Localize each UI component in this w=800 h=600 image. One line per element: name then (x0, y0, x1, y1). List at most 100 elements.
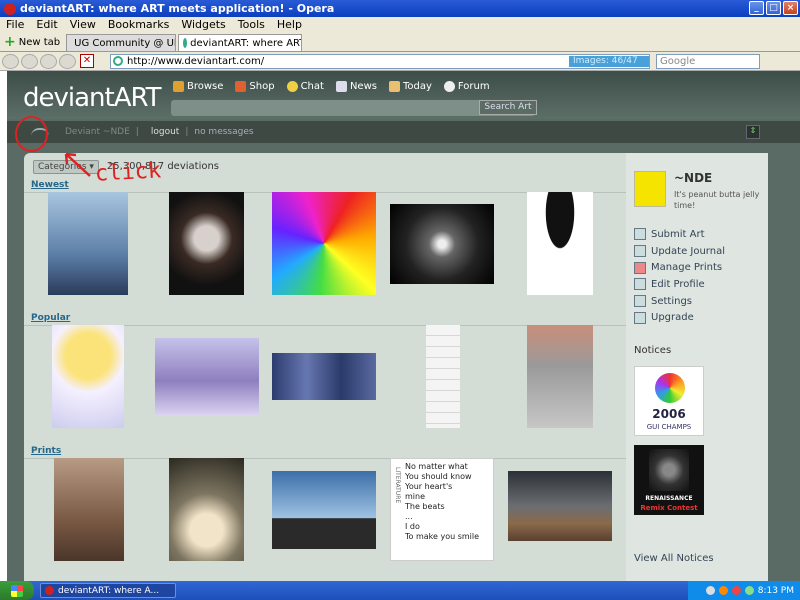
link-label: Update Journal (651, 245, 725, 257)
lit-line: I do (405, 522, 420, 531)
tab-ug-community[interactable]: UG Community @ Ultima... × (66, 34, 177, 51)
address-toolbar: ✕ http://www.deviantart.com/ Images: 46/… (0, 52, 800, 71)
site-nav: Browse Shop Chat News Today Forum (173, 81, 490, 92)
section-label[interactable]: Prints (31, 446, 61, 456)
thumb-popular-1[interactable] (52, 325, 124, 428)
thumb-newest-1[interactable] (48, 192, 128, 295)
tray-icon[interactable] (705, 586, 715, 595)
tray-icon[interactable] (718, 586, 728, 595)
tray-icon[interactable] (744, 586, 754, 595)
nav-forum[interactable]: Forum (443, 81, 490, 92)
taskbar-item-opera[interactable]: deviantART: where A... (40, 583, 176, 598)
tab-label: UG Community @ Ultima... (74, 37, 177, 49)
menu-bookmarks[interactable]: Bookmarks (102, 18, 175, 31)
tab-deviantart[interactable]: deviantART: where ART... × (178, 34, 303, 51)
thumb-popular-3[interactable] (272, 353, 376, 400)
edit-profile-link[interactable]: Edit Profile (634, 276, 725, 293)
menu-edit[interactable]: Edit (30, 18, 63, 31)
site-logo[interactable]: deviantART (23, 83, 162, 113)
annotation-arrow (64, 152, 91, 177)
user-sidebar: ~NDE It's peanut butta jelly time! Submi… (626, 153, 768, 581)
lit-line: mine (405, 492, 426, 501)
search-placeholder: Google (660, 55, 696, 67)
site-header: deviantART Browse Shop Chat News Today F… (7, 71, 800, 119)
notice-renaissance[interactable]: RENAISSANCE Remix Contest (634, 445, 704, 515)
minimize-button[interactable]: _ (749, 1, 764, 15)
view-all-notices-link[interactable]: View All Notices (634, 553, 714, 564)
nav-shop[interactable]: Shop (235, 81, 275, 92)
search-input[interactable]: Google (656, 53, 760, 69)
thumb-prints-3[interactable] (272, 471, 376, 549)
thumb-popular-5[interactable] (527, 325, 593, 428)
nav-news[interactable]: News (335, 81, 377, 92)
thumb-newest-5[interactable] (527, 192, 593, 295)
menu-view[interactable]: View (64, 18, 102, 31)
thumb-newest-3[interactable] (272, 192, 376, 295)
nav-today[interactable]: Today (388, 81, 432, 92)
smiley-icon (286, 81, 298, 92)
nav-chat[interactable]: Chat (286, 81, 324, 92)
clock[interactable]: 8:13 PM (758, 586, 794, 596)
news-icon (335, 81, 347, 92)
images-badge[interactable]: Images: 46/47 (569, 55, 649, 67)
lit-line: You should know (405, 472, 472, 481)
opera-icon (45, 586, 54, 595)
link-label: Submit Art (651, 228, 705, 240)
search-art-button[interactable]: Search Art (479, 100, 537, 115)
address-field[interactable]: http://www.deviantart.com/ Images: 46/47 (110, 53, 650, 69)
person-icon (388, 81, 400, 92)
menu-file[interactable]: File (0, 18, 30, 31)
nav-browse[interactable]: Browse (173, 81, 223, 92)
menu-help[interactable]: Help (271, 18, 308, 31)
book-icon (173, 81, 184, 92)
gallery-area: Categories ▾ 25,300,817 deviations Newes… (24, 153, 626, 581)
thumb-popular-2[interactable] (155, 338, 259, 416)
logout-link[interactable]: logout (151, 127, 179, 137)
menu-widgets[interactable]: Widgets (175, 18, 231, 31)
update-journal-link[interactable]: Update Journal (634, 243, 725, 260)
menu-bar: File Edit View Bookmarks Widgets Tools H… (0, 17, 800, 32)
stop-button[interactable]: ✕ (80, 54, 94, 68)
home-button[interactable] (59, 53, 76, 69)
sidebar-username[interactable]: ~NDE (674, 171, 712, 185)
menu-tools[interactable]: Tools (232, 18, 271, 31)
thumb-prints-5[interactable] (508, 471, 612, 541)
thumb-prints-1[interactable] (54, 458, 124, 561)
nav-label: News (349, 81, 377, 92)
tray-icon[interactable] (731, 586, 741, 595)
pinwheel-icon (655, 373, 685, 403)
thumb-prints-4[interactable]: LITERATURE No matter what You should kno… (390, 458, 494, 561)
section-label[interactable]: Popular (31, 313, 70, 323)
new-tab-button[interactable]: + New tab (0, 33, 64, 51)
lit-line: Your heart's (405, 482, 453, 491)
thumb-newest-2[interactable] (169, 192, 244, 295)
lit-tag: LITERATURE (394, 467, 401, 504)
window-title: deviantART: where ART meets application!… (20, 2, 335, 15)
link-label: Upgrade (651, 312, 694, 324)
thumb-popular-4[interactable] (426, 325, 460, 428)
forward-button[interactable] (21, 53, 38, 69)
maximize-button[interactable]: □ (766, 1, 781, 15)
deviant-name[interactable]: Deviant ~NDE (65, 127, 130, 137)
toggle-icon[interactable]: ⇕ (746, 125, 760, 139)
settings-link[interactable]: Settings (634, 293, 725, 310)
section-label[interactable]: Newest (31, 180, 69, 190)
upgrade-link[interactable]: Upgrade (634, 309, 725, 326)
plus-icon: + (4, 34, 16, 50)
notices-heading: Notices (634, 345, 672, 356)
close-button[interactable]: × (783, 1, 798, 15)
manage-prints-link[interactable]: Manage Prints (634, 259, 725, 276)
new-tab-label: New tab (18, 36, 61, 48)
messages-link[interactable]: no messages (194, 127, 253, 137)
submit-art-link[interactable]: Submit Art (634, 226, 725, 243)
back-button[interactable] (2, 53, 19, 69)
notice-gui-champs[interactable]: 2006 GUI CHAMPS (634, 366, 704, 436)
submit-icon (634, 228, 646, 241)
avatar[interactable] (634, 171, 666, 207)
notice-caption: GUI CHAMPS (646, 423, 692, 431)
start-button[interactable] (0, 581, 34, 600)
sidebar-tagline: It's peanut butta jelly time! (674, 190, 760, 210)
thumb-prints-2[interactable] (169, 458, 244, 561)
thumb-newest-4[interactable] (390, 204, 494, 284)
reload-button[interactable] (40, 53, 57, 69)
